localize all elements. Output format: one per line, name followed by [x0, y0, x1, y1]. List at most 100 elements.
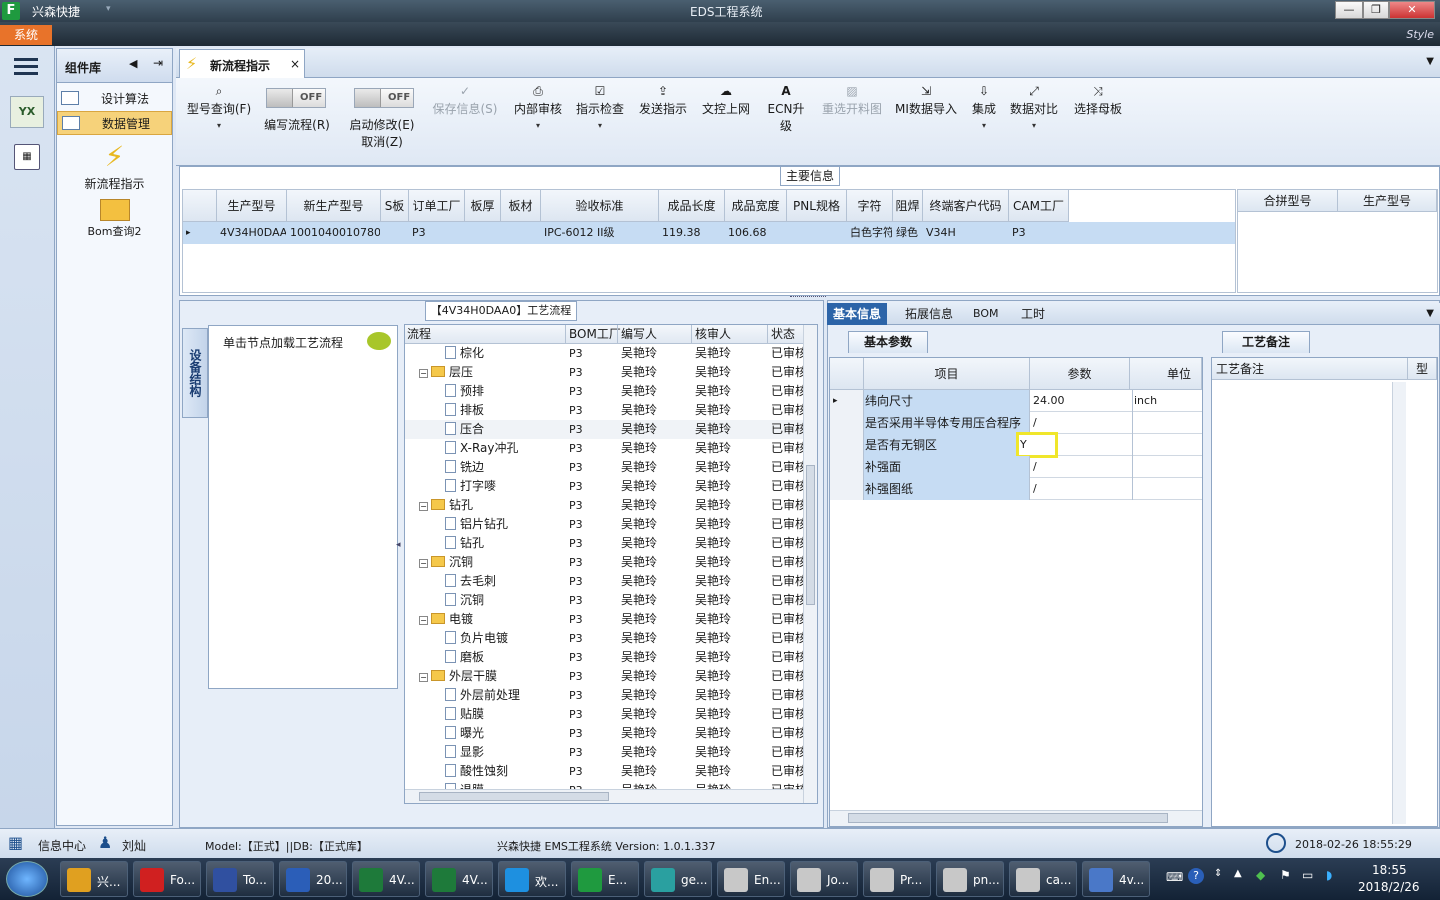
column-header[interactable]: 工艺备注: [1212, 358, 1408, 380]
param-value-cell[interactable]: /: [1032, 456, 1128, 478]
tree-node[interactable]: − 沉铜: [419, 553, 473, 572]
speech-bubble-icon[interactable]: [367, 332, 391, 350]
clock-date[interactable]: 2018/2/26: [1358, 880, 1420, 894]
tree-node[interactable]: 铣边: [445, 458, 484, 477]
keyboard-icon[interactable]: ⌨: [1166, 870, 1183, 884]
tree-row[interactable]: 铣边 P3 吴艳玲 吴艳玲 已审核: [405, 458, 803, 477]
tree-node[interactable]: X-Ray冲孔: [445, 439, 518, 458]
tree-node[interactable]: 沉铜: [445, 591, 484, 610]
column-header[interactable]: 编写人: [617, 325, 657, 344]
tree-row[interactable]: 预排 P3 吴艳玲 吴艳玲 已审核: [405, 382, 803, 401]
taskbar-app[interactable]: E...: [571, 861, 639, 897]
tree-vertical-scrollbar[interactable]: [803, 325, 817, 803]
tree-row[interactable]: 曝光 P3 吴艳玲 吴艳玲 已审核: [405, 724, 803, 743]
column-header[interactable]: 型: [1408, 358, 1437, 380]
table-row[interactable]: 补强面 /: [830, 456, 1202, 478]
mi-data-import-button[interactable]: ⇲ MI数据导入: [894, 78, 958, 166]
tree-node[interactable]: 外层前处理: [445, 686, 520, 705]
integrate-button[interactable]: ⇩ 集成 ▾: [968, 78, 1000, 166]
internal-review-button[interactable]: ⎙ 内部审核 ▾: [510, 78, 566, 166]
scroll-thumb[interactable]: [848, 813, 1168, 823]
table-cell[interactable]: 119.38: [662, 222, 724, 244]
tool-new-process[interactable]: ⚡ 新流程指示: [67, 139, 162, 192]
table-cell[interactable]: V34H: [926, 222, 1008, 244]
minimize-button[interactable]: —: [1335, 1, 1363, 19]
column-header[interactable]: S板: [381, 190, 409, 222]
param-value-cell[interactable]: Y: [1016, 432, 1058, 458]
column-header[interactable]: 核审人: [691, 325, 731, 344]
table-cell[interactable]: 绿色: [896, 222, 922, 244]
taskbar-app[interactable]: 兴...: [60, 861, 128, 897]
tree-node[interactable]: 负片电镀: [445, 629, 508, 648]
column-header[interactable]: 订单工厂: [409, 190, 465, 222]
document-online-button[interactable]: ☁ 文控上网: [700, 78, 752, 166]
dropdown-arrow-icon[interactable]: ▾: [598, 121, 602, 130]
maximize-button[interactable]: ❐: [1363, 1, 1389, 19]
tree-row[interactable]: 显影 P3 吴艳玲 吴艳玲 已审核: [405, 743, 803, 762]
taskbar-app[interactable]: Jo...: [790, 861, 858, 897]
tab-bom[interactable]: BOM: [967, 303, 1005, 325]
collapse-node-icon[interactable]: −: [419, 559, 428, 568]
taskbar-app[interactable]: 4V...: [425, 861, 493, 897]
grid-apps-icon[interactable]: ▦: [8, 833, 28, 853]
tab-basic-info[interactable]: 基本信息: [827, 303, 888, 325]
dropdown-arrow-icon[interactable]: ▾: [1032, 121, 1036, 130]
start-modify-toggle[interactable]: OFF: [354, 88, 414, 108]
cancel-modify-label[interactable]: 取消(Z): [342, 133, 422, 150]
display-icon[interactable]: ▭: [1302, 868, 1313, 882]
tree-node[interactable]: 贴膜: [445, 705, 484, 724]
table-cell[interactable]: 4V34H0DAA0: [220, 222, 286, 244]
tree-node[interactable]: 压合: [445, 420, 484, 439]
param-value-cell[interactable]: /: [1032, 412, 1128, 434]
dropdown-arrow-icon[interactable]: ▾: [217, 121, 221, 130]
tab-new-process[interactable]: ⚡ 新流程指示 ×: [179, 49, 305, 79]
tree-node[interactable]: − 外层干膜: [419, 667, 497, 686]
tree-row[interactable]: − 层压 P3 吴艳玲 吴艳玲 已审核: [405, 363, 803, 382]
tree-node[interactable]: 酸性蚀刻: [445, 762, 508, 781]
close-button[interactable]: ✕: [1389, 1, 1435, 19]
taskbar-app[interactable]: 20...: [279, 861, 347, 897]
tree-node[interactable]: 钻孔: [445, 534, 484, 553]
table-cell[interactable]: [504, 222, 540, 244]
taskbar-app[interactable]: pn...: [936, 861, 1004, 897]
table-cell[interactable]: P3: [1012, 222, 1068, 244]
column-header[interactable]: 项目: [864, 358, 1030, 390]
tree-row[interactable]: 酸性蚀刻 P3 吴艳玲 吴艳玲 已审核: [405, 762, 803, 781]
select-motherboard-button[interactable]: ⤨ 选择母板: [1070, 78, 1126, 166]
dropdown-arrow-icon[interactable]: ▾: [982, 121, 986, 130]
param-value-cell[interactable]: /: [1032, 478, 1128, 500]
column-header[interactable]: 板材: [501, 190, 541, 222]
table-cell[interactable]: [790, 222, 846, 244]
tree-node[interactable]: 排板: [445, 401, 484, 420]
tree-row[interactable]: 外层前处理 P3 吴艳玲 吴艳玲 已审核: [405, 686, 803, 705]
column-header[interactable]: 终端客户代码: [923, 190, 1009, 222]
tree-row[interactable]: − 钻孔 P3 吴艳玲 吴艳玲 已审核: [405, 496, 803, 515]
table-row[interactable]: 补强图纸 /: [830, 478, 1202, 500]
start-modify-control[interactable]: OFF 启动修改(E) 取消(Z): [342, 78, 422, 166]
pin-panel-icon[interactable]: ⇥: [153, 56, 163, 70]
taskbar-app[interactable]: 欢...: [498, 861, 566, 897]
column-header[interactable]: 验收标准: [541, 190, 659, 222]
tree-row[interactable]: − 电镀 P3 吴艳玲 吴艳玲 已审核: [405, 610, 803, 629]
table-cell[interactable]: P3: [412, 222, 464, 244]
tree-node[interactable]: 预排: [445, 382, 484, 401]
tree-node[interactable]: 磨板: [445, 648, 484, 667]
column-header[interactable]: 状态: [767, 325, 795, 344]
tray-arrows-icon[interactable]: ⇕: [1214, 868, 1222, 879]
column-header[interactable]: 板厚: [465, 190, 501, 222]
tab-work-hours[interactable]: 工时: [1015, 303, 1051, 325]
write-process-control[interactable]: OFF 编写流程(R): [260, 78, 334, 166]
tab-basic-params[interactable]: 基本参数: [848, 331, 928, 353]
nav-item-data-management[interactable]: 数据管理: [57, 111, 172, 135]
factory-icon[interactable]: YX: [10, 96, 44, 128]
tree-node[interactable]: 棕化: [445, 344, 484, 363]
taskbar-app[interactable]: ca...: [1009, 861, 1077, 897]
column-header[interactable]: 阻焊: [893, 190, 923, 222]
tree-row[interactable]: 排板 P3 吴艳玲 吴艳玲 已审核: [405, 401, 803, 420]
tray-app-icon[interactable]: ◗: [1326, 868, 1332, 882]
start-button[interactable]: [6, 861, 48, 897]
tree-row[interactable]: − 沉铜 P3 吴艳玲 吴艳玲 已审核: [405, 553, 803, 572]
taskbar-app[interactable]: 4v...: [1082, 861, 1150, 897]
tree-node[interactable]: 去毛刺: [445, 572, 496, 591]
column-header[interactable]: 参数: [1030, 358, 1130, 390]
